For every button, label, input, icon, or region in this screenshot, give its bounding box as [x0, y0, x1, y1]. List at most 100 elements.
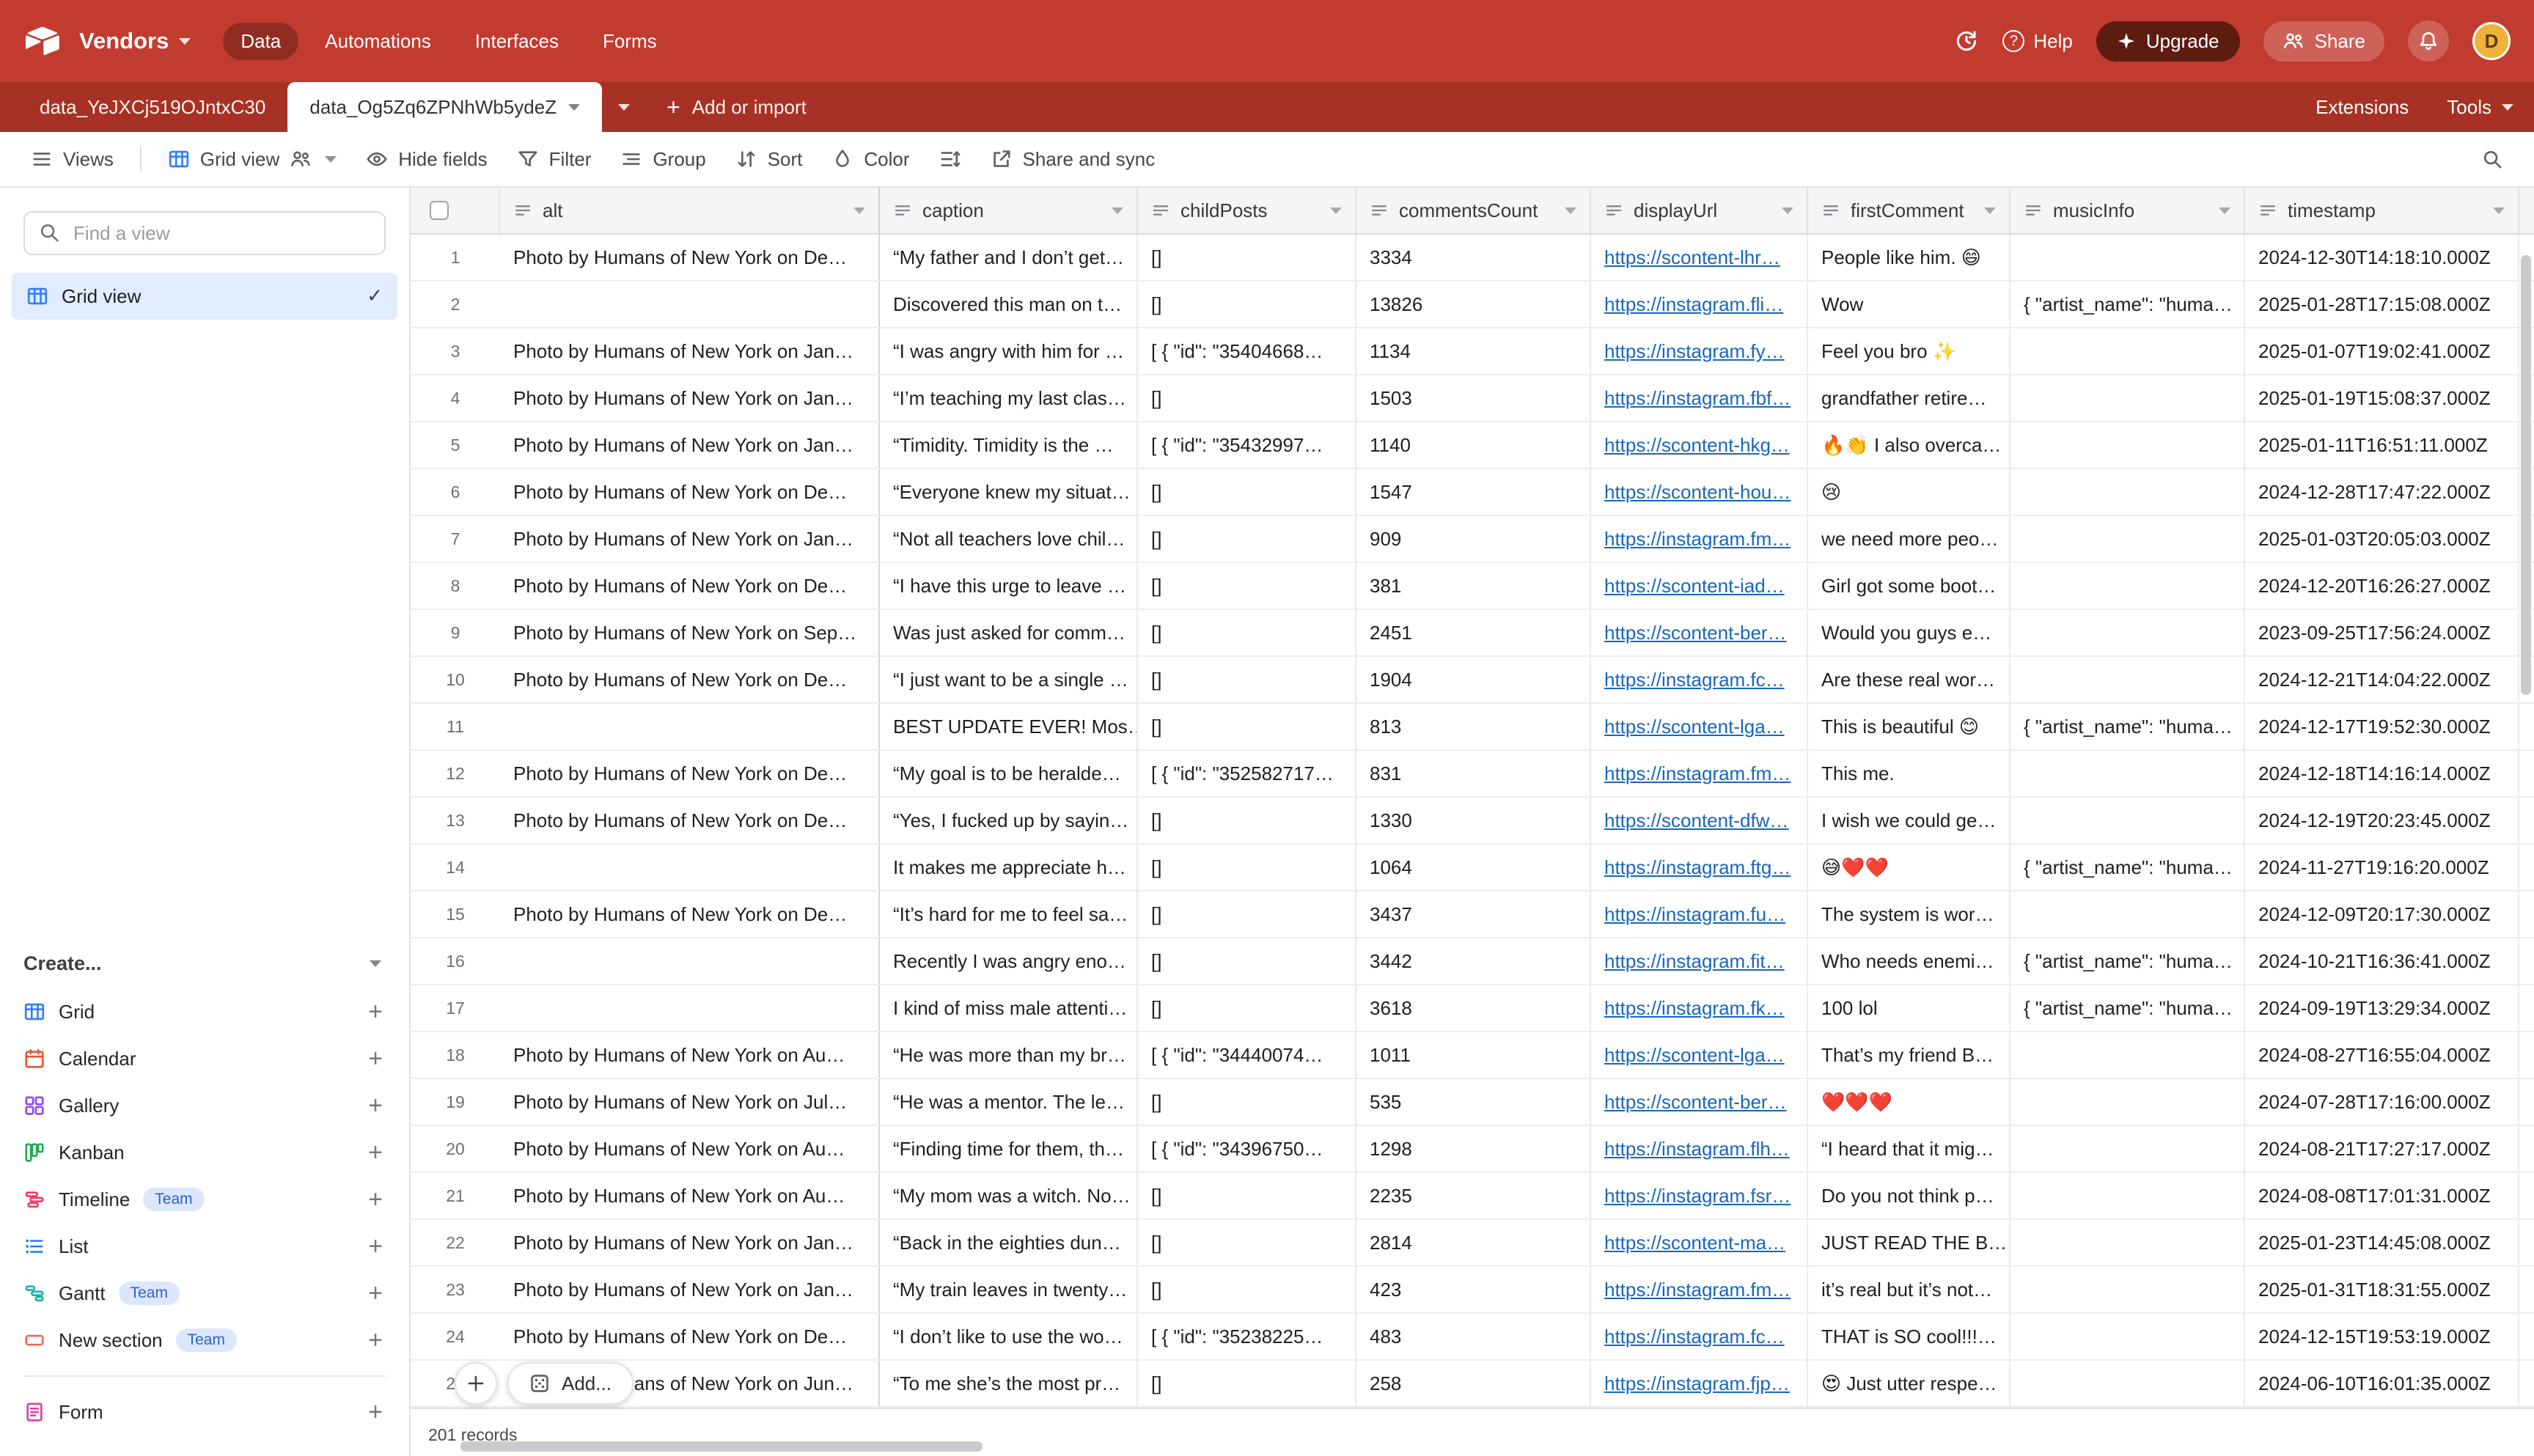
cell-displayUrl[interactable]: https://instagram.fc…: [1591, 657, 1808, 702]
cell-displayUrl[interactable]: https://instagram.fit…: [1591, 938, 1808, 984]
table-row[interactable]: 7Photo by Humans of New York on Jan…“Not…: [411, 516, 2534, 563]
cell-displayUrl[interactable]: https://instagram.fm…: [1591, 516, 1808, 562]
cell-displayUrl[interactable]: https://scontent-lga…: [1591, 704, 1808, 749]
cell-commentsCount[interactable]: 2235: [1356, 1173, 1591, 1218]
cell-childPosts[interactable]: []: [1138, 1079, 1356, 1125]
cell-childPosts[interactable]: []: [1138, 985, 1356, 1031]
cell-alt[interactable]: Photo by Humans of New York on De…: [500, 469, 880, 515]
cell-timestamp[interactable]: 2025-01-23T14:45:08.000Z: [2245, 1220, 2519, 1265]
cell-caption[interactable]: “I have this urge to leave …: [880, 563, 1138, 608]
cell-alt[interactable]: Photo by Humans of New York on De…: [500, 751, 880, 796]
cell-childPosts[interactable]: []: [1138, 845, 1356, 890]
cell-caption[interactable]: “He was a mentor. The le…: [880, 1079, 1138, 1125]
url-link[interactable]: https://instagram.fm…: [1604, 762, 1791, 784]
cell-musicInfo[interactable]: [2010, 891, 2245, 937]
cell-caption[interactable]: Discovered this man on t…: [880, 282, 1138, 327]
table-row[interactable]: 2Discovered this man on t…[]13826https:/…: [411, 282, 2534, 328]
cell-caption[interactable]: Was just asked for comm…: [880, 610, 1138, 655]
cell-musicInfo[interactable]: { "artist_name": "huma…: [2010, 845, 2245, 890]
cell-alt[interactable]: [500, 282, 880, 327]
cell-musicInfo[interactable]: { "artist_name": "huma…: [2010, 985, 2245, 1031]
create-item-gantt[interactable]: GanttTeam+: [0, 1270, 409, 1317]
cell-firstComment[interactable]: 😢: [1808, 469, 2010, 515]
cell-timestamp[interactable]: 2024-06-10T16:01:35.000Z: [2245, 1361, 2519, 1406]
cell-childPosts[interactable]: []: [1138, 798, 1356, 843]
cell-commentsCount[interactable]: 381: [1356, 563, 1591, 608]
cell-timestamp[interactable]: 2024-09-19T13:29:34.000Z: [2245, 985, 2519, 1031]
cell-musicInfo[interactable]: [2010, 798, 2245, 843]
column-header-caption[interactable]: caption: [880, 188, 1138, 233]
add-view-plus-icon[interactable]: +: [368, 1140, 383, 1165]
cell-firstComment[interactable]: This me.: [1808, 751, 2010, 796]
cell-caption[interactable]: “My train leaves in twenty…: [880, 1267, 1138, 1312]
cell-caption[interactable]: “I was angry with him for …: [880, 328, 1138, 374]
cell-alt[interactable]: Photo by Humans of New York on Jan…: [500, 422, 880, 468]
cell-firstComment[interactable]: 😅❤️❤️: [1808, 845, 2010, 890]
cell-commentsCount[interactable]: 3618: [1356, 985, 1591, 1031]
cell-firstComment[interactable]: ❤️❤️❤️: [1808, 1079, 2010, 1125]
nav-tab-forms[interactable]: Forms: [585, 23, 675, 60]
cell-timestamp[interactable]: 2024-11-27T19:16:20.000Z: [2245, 845, 2519, 890]
cell-caption[interactable]: “Finding time for them, th…: [880, 1126, 1138, 1172]
cell-commentsCount[interactable]: 1330: [1356, 798, 1591, 843]
table-row[interactable]: 23Photo by Humans of New York on Jan…“My…: [411, 1267, 2534, 1314]
cell-displayUrl[interactable]: https://scontent-ma…: [1591, 1220, 1808, 1265]
add-view-plus-icon[interactable]: +: [368, 1281, 383, 1306]
find-view-input[interactable]: [23, 211, 386, 255]
cell-firstComment[interactable]: Girl got some boot…: [1808, 563, 2010, 608]
sort-button[interactable]: Sort: [722, 141, 816, 178]
cell-musicInfo[interactable]: [2010, 751, 2245, 796]
cell-commentsCount[interactable]: 1011: [1356, 1032, 1591, 1078]
cell-caption[interactable]: “Not all teachers love chil…: [880, 516, 1138, 562]
create-item-form[interactable]: Form+: [0, 1389, 409, 1435]
cell-commentsCount[interactable]: 831: [1356, 751, 1591, 796]
table-row[interactable]: 11BEST UPDATE EVER! Mos…[]813https://sco…: [411, 704, 2534, 751]
cell-musicInfo[interactable]: [2010, 610, 2245, 655]
add-or-import-button[interactable]: + Add or import: [646, 82, 827, 132]
cell-timestamp[interactable]: 2024-08-21T17:27:17.000Z: [2245, 1126, 2519, 1172]
cell-firstComment[interactable]: This is beautiful 😊: [1808, 704, 2010, 749]
table-row[interactable]: 12Photo by Humans of New York on De…“My …: [411, 751, 2534, 798]
search-button[interactable]: [2468, 141, 2516, 177]
cell-musicInfo[interactable]: [2010, 1267, 2245, 1312]
cell-caption[interactable]: “My goal is to be heralde…: [880, 751, 1138, 796]
cell-alt[interactable]: Photo by Humans of New York on Jan…: [500, 328, 880, 374]
cell-displayUrl[interactable]: https://scontent-lga…: [1591, 1032, 1808, 1078]
cell-childPosts[interactable]: []: [1138, 891, 1356, 937]
cell-caption[interactable]: “He was more than my br…: [880, 1032, 1138, 1078]
grid-view-switcher[interactable]: Grid view: [155, 141, 350, 178]
notifications-button[interactable]: [2408, 21, 2449, 62]
cell-displayUrl[interactable]: https://instagram.flh…: [1591, 1126, 1808, 1172]
cell-timestamp[interactable]: 2024-12-18T14:16:14.000Z: [2245, 751, 2519, 796]
url-link[interactable]: https://instagram.fsr…: [1604, 1185, 1791, 1207]
url-link[interactable]: https://instagram.ftg…: [1604, 856, 1791, 878]
url-link[interactable]: https://scontent-ber…: [1604, 622, 1787, 644]
cell-childPosts[interactable]: []: [1138, 375, 1356, 421]
cell-timestamp[interactable]: 2025-01-19T15:08:37.000Z: [2245, 375, 2519, 421]
create-item-new-section[interactable]: New sectionTeam+: [0, 1317, 409, 1364]
add-view-plus-icon[interactable]: +: [368, 1328, 383, 1353]
help-button[interactable]: ? Help: [2002, 30, 2072, 53]
cell-childPosts[interactable]: []: [1138, 469, 1356, 515]
cell-caption[interactable]: I kind of miss male attenti…: [880, 985, 1138, 1031]
table-row[interactable]: 24Photo by Humans of New York on De…“I d…: [411, 1314, 2534, 1361]
cell-musicInfo[interactable]: [2010, 235, 2245, 280]
cell-childPosts[interactable]: []: [1138, 1361, 1356, 1406]
cell-commentsCount[interactable]: 1064: [1356, 845, 1591, 890]
cell-alt[interactable]: Photo by Humans of New York on Au…: [500, 1032, 880, 1078]
group-button[interactable]: Group: [607, 141, 719, 178]
cell-childPosts[interactable]: [ { "id": "34396750…: [1138, 1126, 1356, 1172]
airtable-logo-icon[interactable]: [23, 25, 62, 57]
cell-musicInfo[interactable]: [2010, 469, 2245, 515]
url-link[interactable]: https://instagram.fli…: [1604, 293, 1783, 315]
cell-commentsCount[interactable]: 813: [1356, 704, 1591, 749]
cell-caption[interactable]: “My mom was a witch. No…: [880, 1173, 1138, 1218]
cell-caption[interactable]: “Timidity. Timidity is the …: [880, 422, 1138, 468]
cell-alt[interactable]: Photo by Humans of New York on Jan…: [500, 516, 880, 562]
cell-commentsCount[interactable]: 1140: [1356, 422, 1591, 468]
tools-button[interactable]: Tools: [2447, 96, 2513, 119]
cell-commentsCount[interactable]: 3442: [1356, 938, 1591, 984]
add-view-plus-icon[interactable]: +: [368, 1187, 383, 1212]
table-row[interactable]: 21Photo by Humans of New York on Au…“My …: [411, 1173, 2534, 1220]
cell-childPosts[interactable]: [ { "id": "35432997…: [1138, 422, 1356, 468]
